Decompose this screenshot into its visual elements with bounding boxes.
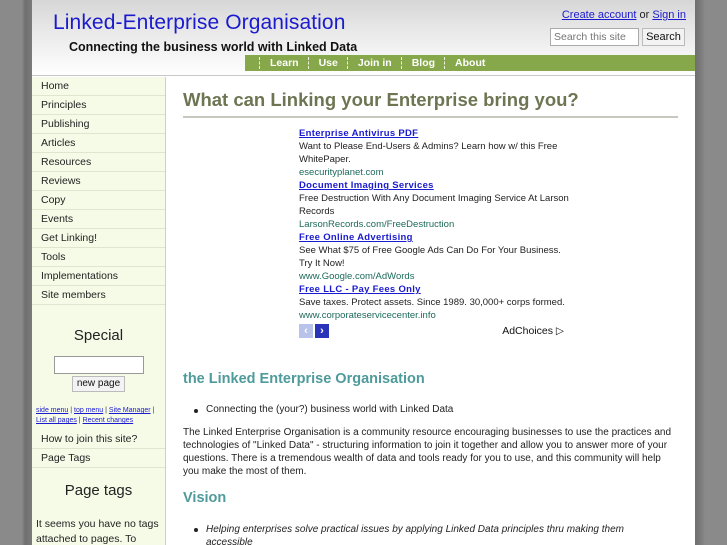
site-title[interactable]: Linked-Enterprise Organisation: [53, 11, 346, 35]
special-heading: Special: [73, 327, 124, 344]
sidebar-item-articles[interactable]: Articles: [32, 134, 165, 153]
sign-in-link[interactable]: Sign in: [652, 9, 686, 21]
sidebar-item-site-members[interactable]: Site members: [32, 286, 165, 305]
create-account-link[interactable]: Create account: [562, 9, 637, 21]
site-header: Linked-Enterprise Organisation Connectin…: [32, 0, 695, 76]
section-heading-organisation: the Linked Enterprise Organisation: [183, 371, 425, 387]
top-menu-link[interactable]: top menu: [74, 407, 103, 414]
ad-title[interactable]: Free Online Advertising: [299, 231, 569, 244]
chevron-right-icon[interactable]: ›: [315, 324, 329, 338]
section-paragraph: The Linked Enterprise Organisation is a …: [183, 427, 672, 477]
sidebar-item-events[interactable]: Events: [32, 210, 165, 229]
search-input[interactable]: [550, 28, 639, 46]
sidebar-item-implementations[interactable]: Implementations: [32, 267, 165, 286]
ad-url[interactable]: LarsonRecords.com/FreeDestruction: [299, 218, 569, 231]
sidebar-item-reviews[interactable]: Reviews: [32, 172, 165, 191]
sidebar: Home Principles Publishing Articles Reso…: [32, 77, 166, 545]
page-tags-heading: Page tags: [64, 482, 133, 499]
sidebar-item-principles[interactable]: Principles: [32, 96, 165, 115]
section-heading-vision: Vision: [183, 490, 227, 506]
vision-bullet: Helping enterprises solve practical issu…: [194, 523, 656, 545]
topnav-use[interactable]: Use: [307, 57, 347, 69]
ad-url[interactable]: esecurityplanet.com: [299, 166, 569, 179]
ad-title[interactable]: Free LLC - Pay Fees Only: [299, 283, 569, 296]
page-title: What can Linking your Enterprise bring y…: [183, 89, 678, 118]
sidebar-item-page-tags[interactable]: Page Tags: [32, 449, 165, 468]
ad-block: Enterprise Antivirus PDF Want to Please …: [299, 127, 569, 338]
or-text: or: [639, 9, 650, 21]
ad-description: Save taxes. Protect assets. Since 1989. …: [299, 297, 565, 308]
sidebar-item-publishing[interactable]: Publishing: [32, 115, 165, 134]
side-menu-link[interactable]: side menu: [36, 407, 68, 414]
chevron-left-icon[interactable]: ‹: [299, 324, 313, 338]
main-content: What can Linking your Enterprise bring y…: [183, 77, 678, 545]
ad-item: Free LLC - Pay Fees Only Save taxes. Pro…: [299, 283, 569, 322]
recent-changes-link[interactable]: Recent changes: [83, 417, 134, 424]
ad-item: Free Online Advertising See What $75 of …: [299, 231, 569, 283]
new-page-button[interactable]: new page: [72, 376, 125, 392]
page-container: Linked-Enterprise Organisation Connectin…: [32, 0, 695, 545]
site-subtitle: Connecting the business world with Linke…: [69, 40, 358, 54]
sidebar-item-get-linking[interactable]: Get Linking!: [32, 229, 165, 248]
ad-item: Document Imaging Services Free Destructi…: [299, 179, 569, 231]
special-links: side menu | top menu | Site Manager | Li…: [36, 406, 161, 426]
topnav-about[interactable]: About: [444, 57, 494, 69]
adchoices-link[interactable]: AdChoices ▷: [502, 325, 564, 337]
list-all-pages-link[interactable]: List all pages: [36, 417, 77, 424]
sidebar-item-tools[interactable]: Tools: [32, 248, 165, 267]
ad-url[interactable]: www.corporateservicecenter.info: [299, 309, 569, 322]
sidebar-item-copy[interactable]: Copy: [32, 191, 165, 210]
page-tags-text: It seems you have no tags attached to pa…: [36, 518, 159, 545]
section-bullet: Connecting the (your?) business world wi…: [193, 404, 454, 415]
sidebar-item-home[interactable]: Home: [32, 77, 165, 96]
site-manager-link[interactable]: Site Manager: [109, 407, 151, 414]
topnav-blog[interactable]: Blog: [400, 57, 444, 69]
ad-description: See What $75 of Free Google Ads Can Do F…: [299, 245, 561, 269]
sidebar-item-how-to-join[interactable]: How to join this site?: [32, 430, 165, 449]
top-navigation: Learn Use Join in Blog About: [245, 55, 695, 71]
separator: |: [150, 407, 155, 414]
ad-description: Want to Please End-Users & Admins? Learn…: [299, 141, 558, 165]
sidebar-item-resources[interactable]: Resources: [32, 153, 165, 172]
page-background-right: [695, 0, 727, 545]
account-links: Create account or Sign in: [562, 9, 686, 21]
ad-title[interactable]: Enterprise Antivirus PDF: [299, 127, 569, 140]
ad-description: Free Destruction With Any Document Imagi…: [299, 193, 569, 217]
search-button[interactable]: Search: [642, 28, 685, 46]
ad-item: Enterprise Antivirus PDF Want to Please …: [299, 127, 569, 179]
ad-url[interactable]: www.Google.com/AdWords: [299, 270, 569, 283]
ad-navigation: ‹ › AdChoices ▷: [299, 324, 569, 338]
new-page-input[interactable]: [53, 356, 144, 374]
ad-title[interactable]: Document Imaging Services: [299, 179, 569, 192]
topnav-learn[interactable]: Learn: [259, 57, 308, 69]
topnav-join-in[interactable]: Join in: [346, 57, 401, 69]
page-background-left: [0, 0, 32, 545]
